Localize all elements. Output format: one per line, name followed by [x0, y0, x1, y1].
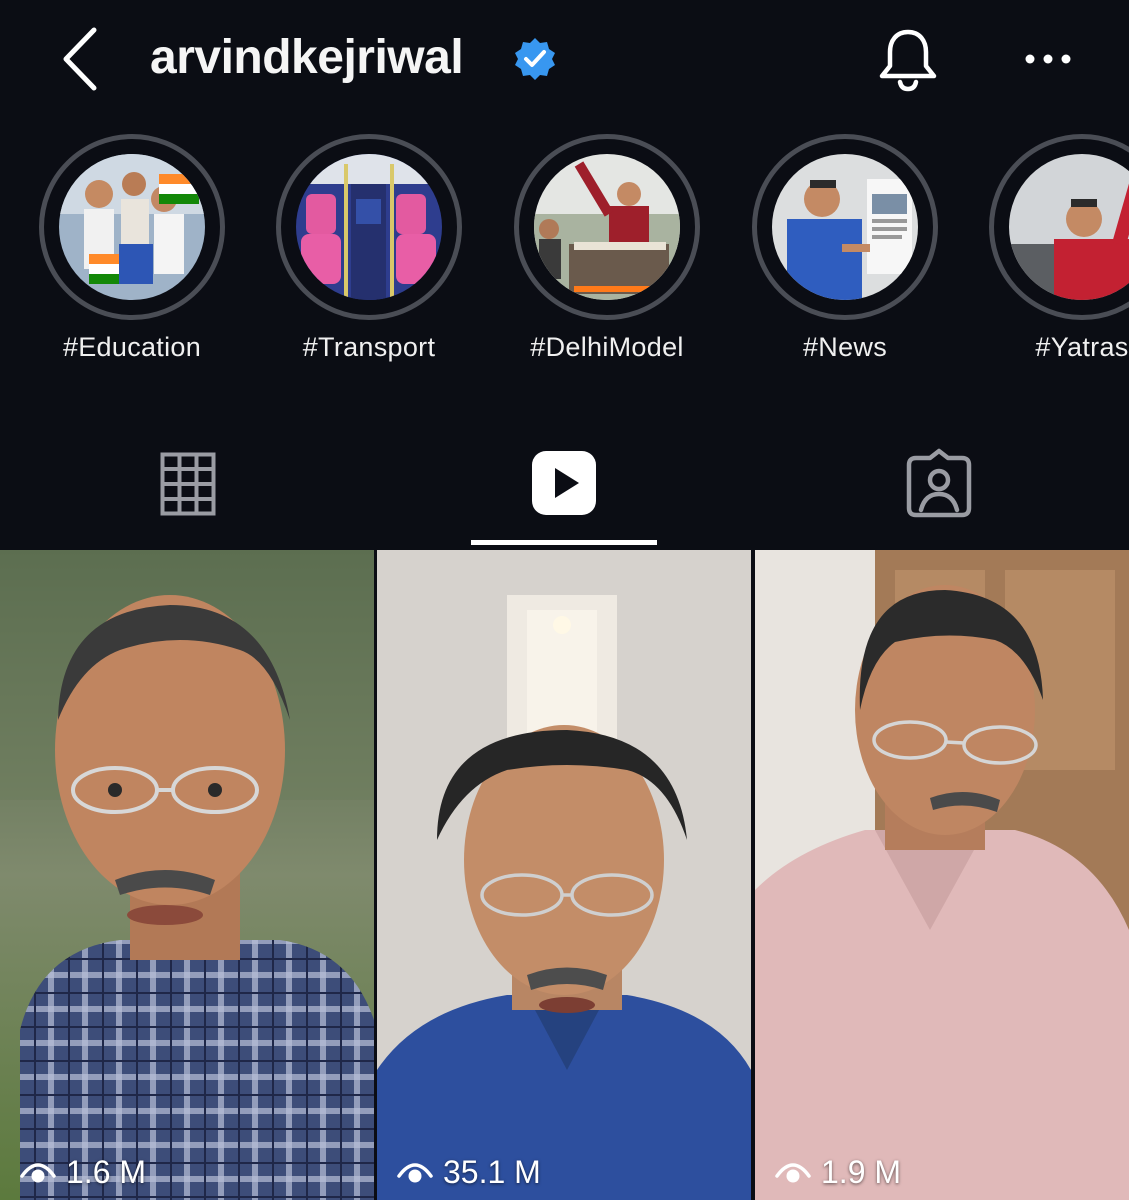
reel-thumbnail[interactable]: 35.1 M [377, 550, 751, 1200]
highlight-label: #DelhiModel [530, 332, 684, 362]
reel-thumbnail[interactable]: 1.6 M [0, 550, 374, 1200]
highlight-label: #Transport [302, 332, 436, 362]
eye-icon [397, 1163, 433, 1183]
tab-posts-grid[interactable] [0, 430, 376, 544]
story-highlights: #Education #Transport #DelhiModel #News … [0, 132, 1129, 382]
highlight-cover-image [296, 154, 442, 300]
highlight-cover-image [59, 154, 205, 300]
view-count-label: 1.9 M [821, 1153, 902, 1190]
highlight-label: #Yatras [1035, 332, 1129, 362]
reels-grid: 1.6 M 35.1 M 1.9 M [0, 550, 1129, 1200]
highlight-ring [514, 134, 700, 320]
highlight-education[interactable]: #Education [12, 132, 252, 372]
verified-badge-icon [515, 38, 555, 80]
reel-cover-image [0, 550, 374, 1200]
highlight-ring [752, 134, 938, 320]
back-button[interactable] [58, 26, 108, 92]
highlight-news[interactable]: #News [725, 132, 965, 372]
view-count-label: 1.6 M [66, 1153, 147, 1190]
highlight-cover-image [1009, 154, 1129, 300]
highlight-yatras[interactable]: #Yatras [962, 132, 1129, 372]
profile-header: arvindkejriwal [0, 0, 1129, 120]
eye-icon [775, 1163, 811, 1183]
active-tab-indicator [471, 540, 657, 545]
highlight-ring [989, 134, 1129, 320]
highlight-ring [276, 134, 462, 320]
highlight-cover-image [534, 154, 680, 300]
more-horizontal-icon [1025, 54, 1071, 64]
view-count-label: 35.1 M [443, 1153, 541, 1190]
tab-reels[interactable] [376, 430, 752, 544]
highlight-cover-image [772, 154, 918, 300]
tab-tagged[interactable] [753, 430, 1129, 544]
highlight-ring [39, 134, 225, 320]
view-count: 1.6 M [20, 1152, 146, 1192]
profile-content-tabs [0, 430, 1129, 548]
reels-play-icon [532, 451, 596, 515]
view-count: 1.9 M [775, 1152, 901, 1192]
profile-username: arvindkejriwal [150, 31, 464, 84]
notifications-button[interactable] [876, 26, 940, 94]
grid-icon [160, 452, 216, 516]
chevron-left-icon [63, 27, 97, 91]
reel-thumbnail[interactable]: 1.9 M [755, 550, 1129, 1200]
highlight-label: #Education [62, 332, 202, 362]
highlight-delhimodel[interactable]: #DelhiModel [487, 132, 727, 372]
view-count: 35.1 M [397, 1152, 541, 1192]
bell-icon [879, 29, 937, 92]
reel-cover-image [755, 550, 1129, 1200]
eye-icon [20, 1163, 56, 1183]
tagged-person-icon [906, 448, 972, 518]
highlight-label: #News [802, 332, 888, 362]
highlight-transport[interactable]: #Transport [249, 132, 489, 372]
reel-cover-image [377, 550, 751, 1200]
more-options-button[interactable] [1020, 44, 1076, 74]
